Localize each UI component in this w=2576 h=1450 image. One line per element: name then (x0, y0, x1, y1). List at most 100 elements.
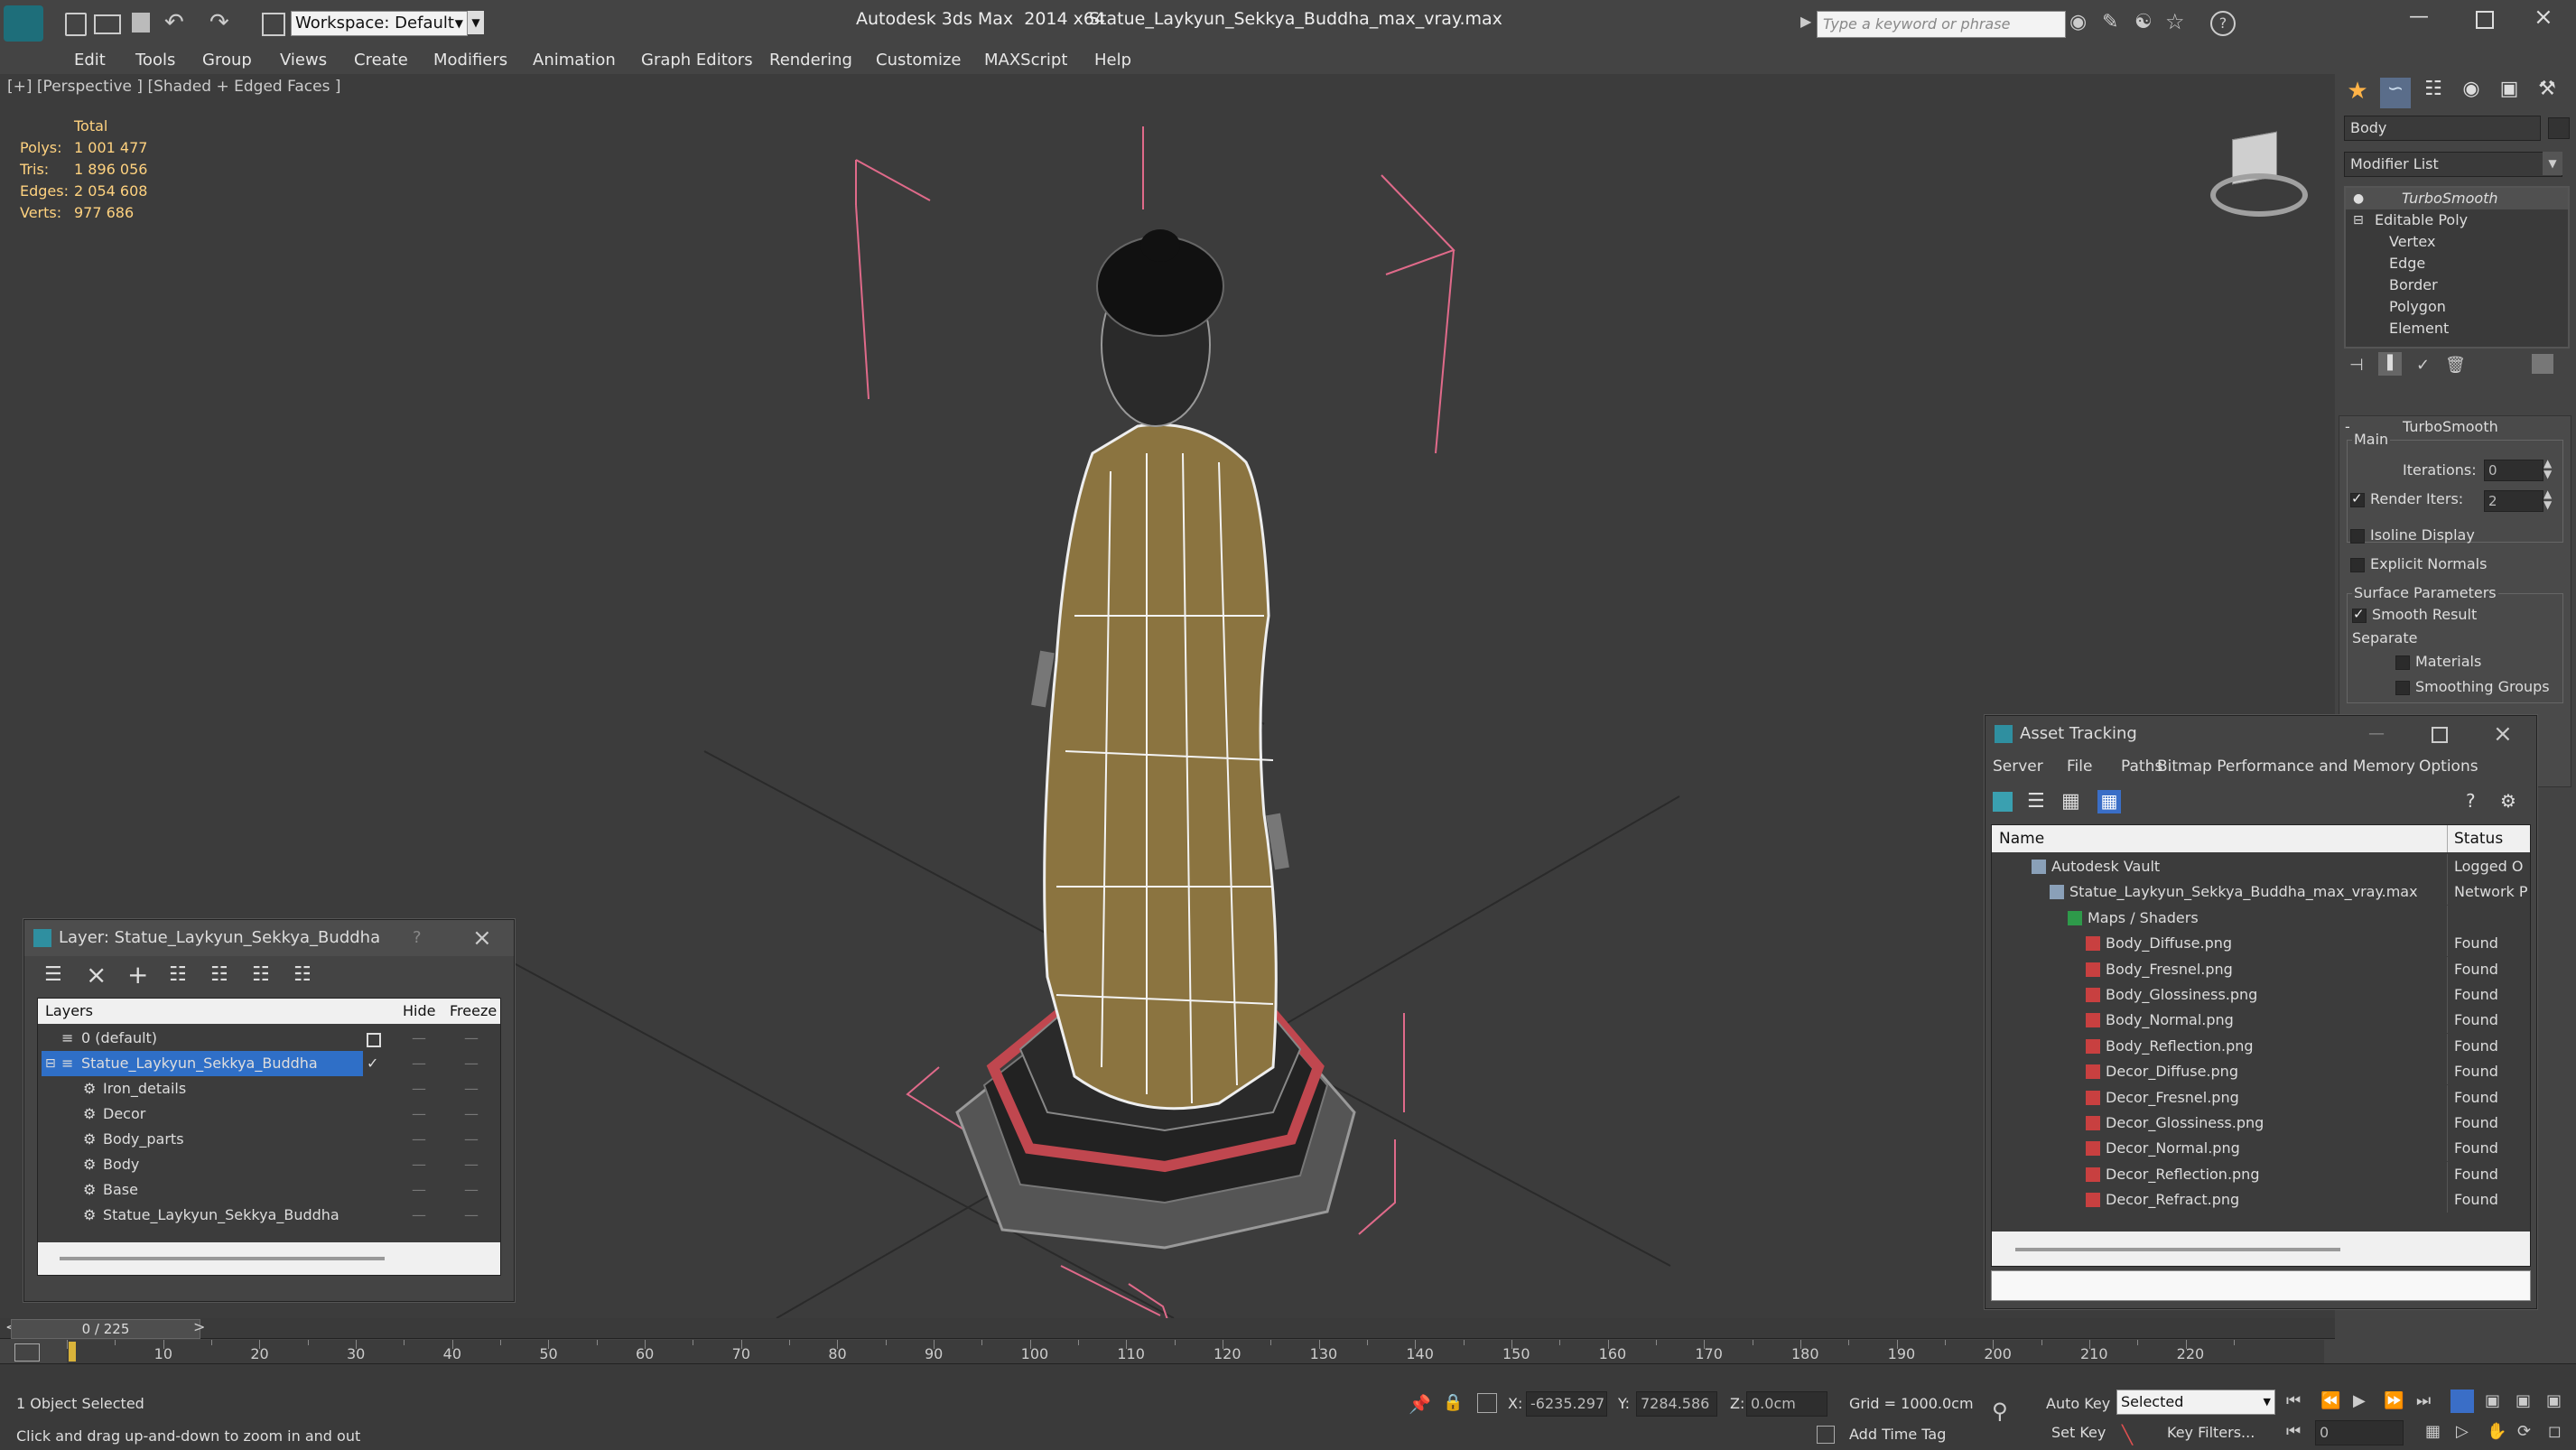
hide-all-icon[interactable]: ☷ (252, 963, 270, 986)
app-logo-icon[interactable] (4, 5, 43, 42)
menu-modifiers[interactable]: Modifiers (433, 51, 507, 70)
previous-frame-icon[interactable]: ⏪ (2320, 1391, 2340, 1410)
asset-dialog-titlebar[interactable]: Asset Tracking — × (1985, 716, 2536, 752)
menu-help[interactable]: Help (1094, 51, 1131, 70)
save-icon[interactable] (132, 13, 150, 33)
communication-center-icon[interactable]: ✎ (2102, 11, 2118, 33)
select-layer-objects-icon[interactable]: ☷ (169, 963, 187, 986)
smoothing-groups-checkbox[interactable]: Smoothing Groups (2395, 678, 2550, 695)
menu-tools[interactable]: Tools (135, 51, 175, 70)
render-iters-checkbox[interactable]: Render Iters: (2350, 490, 2463, 507)
utilities-tab-icon[interactable]: ⚒ (2532, 78, 2562, 108)
freeze-toggle[interactable]: — (464, 1127, 479, 1152)
col-hide[interactable]: Hide (403, 999, 435, 1024)
delete-layer-icon[interactable]: × (86, 960, 107, 990)
collapse-icon[interactable]: ⊟ (45, 1051, 56, 1076)
redo-icon[interactable]: ↷ (209, 9, 229, 36)
hide-toggle[interactable]: — (412, 1051, 426, 1076)
menu-graph-editors[interactable]: Graph Editors (641, 51, 753, 70)
set-key-button[interactable]: Set Key (2051, 1424, 2106, 1441)
layer-dialog-titlebar[interactable]: Layer: Statue_Laykyun_Sekkya_Buddha ? × (24, 920, 514, 956)
asset-row[interactable]: Body_Glossiness.png Found (1992, 982, 2530, 1008)
remove-modifier-icon[interactable]: 🗑 (2445, 356, 2466, 375)
asset-row[interactable]: Body_Diffuse.png Found (1992, 931, 2530, 957)
freeze-toggle[interactable]: — (464, 1076, 479, 1101)
asset-row[interactable]: Decor_Refract.png Found (1992, 1187, 2530, 1213)
modify-tab-icon[interactable]: ∽ (2380, 78, 2411, 108)
layer-row-object[interactable]: ⚙ Iron_details — — (38, 1076, 500, 1101)
horizontal-scrollbar[interactable] (2015, 1248, 2340, 1251)
lock-selection-icon[interactable]: 🔒 (1443, 1393, 1463, 1412)
time-slider-thumb[interactable]: 0 / 225 (11, 1319, 200, 1339)
asset-path-field[interactable] (1991, 1270, 2531, 1301)
zoom-extents-icon[interactable]: ▣ (2516, 1391, 2531, 1410)
workspace-dropdown[interactable]: Workspace: Default ▼ (291, 11, 468, 36)
modifier-list-dropdown[interactable]: Modifier List (2344, 152, 2562, 177)
iterations-spinner-arrows-icon[interactable]: ▲ ▼ (2543, 458, 2552, 479)
open-file-icon[interactable] (94, 14, 121, 34)
close-button[interactable]: × (2534, 4, 2553, 31)
pin-stack-icon[interactable]: ⊣ (2349, 356, 2364, 375)
asset-row[interactable]: Decor_Diffuse.png Found (1992, 1059, 2530, 1085)
asset-row[interactable]: Decor_Normal.png Found (1992, 1136, 2530, 1162)
layer-row-object[interactable]: ⚙ Body_parts — — (38, 1127, 500, 1152)
play-icon[interactable]: ▶ (2353, 1391, 2366, 1410)
freeze-toggle[interactable]: — (464, 1026, 479, 1051)
col-layers[interactable]: Layers (45, 999, 93, 1024)
table-view-icon[interactable]: ▦ (2061, 790, 2080, 813)
maximize-viewport-icon[interactable]: ◻ (2548, 1422, 2562, 1441)
exchange-icon[interactable]: ☯ (2134, 11, 2153, 33)
col-name[interactable]: Name (1999, 825, 2044, 852)
help-question-button[interactable]: ? (413, 920, 422, 956)
workspace-menu-arrow-icon[interactable]: ▼ (468, 11, 484, 34)
menu-maxscript[interactable]: MAXScript (984, 51, 1067, 70)
settings-icon[interactable]: ⚙ (2500, 790, 2516, 812)
freeze-toggle[interactable]: — (464, 1177, 479, 1203)
time-config-icon[interactable]: ▦ (2425, 1422, 2441, 1441)
render-iters-spinner-arrows-icon[interactable]: ▲ ▼ (2543, 488, 2552, 510)
rollout-title[interactable]: TurboSmooth (2403, 418, 2498, 435)
show-end-result-icon[interactable]: ❚ (2378, 352, 2402, 376)
stack-item-turbosmooth[interactable]: ● TurboSmooth (2346, 188, 2568, 209)
menu-views[interactable]: Views (280, 51, 327, 70)
menu-group[interactable]: Group (202, 51, 252, 70)
add-time-tag[interactable]: Add Time Tag (1849, 1426, 1946, 1443)
asset-row[interactable]: Decor_Glossiness.png Found (1992, 1111, 2530, 1136)
set-key-filter-icon[interactable]: ╲ (2122, 1424, 2133, 1445)
menu-animation[interactable]: Animation (533, 51, 616, 70)
highlight-selected-icon[interactable]: ☷ (210, 963, 228, 986)
hide-toggle[interactable]: — (412, 1076, 426, 1101)
key-icon[interactable]: ⚲ (1992, 1399, 2008, 1424)
current-frame-marker[interactable] (69, 1342, 76, 1362)
object-color-swatch[interactable] (2548, 117, 2570, 139)
col-status[interactable]: Status (2454, 825, 2503, 852)
add-to-layer-icon[interactable]: + (127, 960, 148, 990)
maximize-button[interactable] (2476, 11, 2494, 29)
new-layer-icon[interactable]: ☰ (44, 963, 62, 986)
key-mode-toggle-icon[interactable]: ⏮ (2286, 1422, 2301, 1441)
zoom-all-icon[interactable]: ▣ (2485, 1391, 2500, 1410)
materials-checkbox[interactable]: Materials (2395, 653, 2481, 670)
next-frame-icon[interactable]: ⏩ (2384, 1391, 2404, 1410)
current-layer-box-icon[interactable] (367, 1033, 381, 1047)
orbit-icon[interactable]: ⟳ (2517, 1422, 2531, 1441)
layer-row-default[interactable]: ≡ 0 (default) — — (38, 1026, 500, 1051)
isoline-display-checkbox[interactable]: Isoline Display (2350, 526, 2475, 544)
hide-toggle[interactable]: — (412, 1127, 426, 1152)
asset-menu-bitmap[interactable]: Bitmap Performance and Memory (2157, 758, 2415, 776)
search-expand-icon[interactable]: ▶ (1800, 13, 1811, 30)
stack-item-editable-poly[interactable]: ⊟ Editable Poly (2346, 209, 2568, 231)
go-to-start-icon[interactable]: ⏮ (2286, 1391, 2301, 1410)
search-input[interactable]: Type a keyword or phrase (1817, 11, 2066, 38)
layer-row-selected[interactable]: ⊟ ≡ Statue_Laykyun_Sekkya_Buddha ✓ — — (38, 1051, 500, 1076)
binoculars-icon[interactable]: ◉ (2069, 11, 2087, 33)
close-icon[interactable]: × (2493, 716, 2513, 752)
asset-row[interactable]: Decor_Reflection.png Found (1992, 1161, 2530, 1187)
display-tab-icon[interactable]: ▣ (2494, 78, 2525, 108)
menu-edit[interactable]: Edit (74, 51, 106, 70)
render-iters-spinner[interactable]: 2 (2484, 490, 2543, 512)
chevron-down-icon[interactable]: ▼ (2543, 152, 2562, 175)
asset-row[interactable]: Maps / Shaders (1992, 905, 2530, 931)
asset-menu-options[interactable]: Options (2419, 758, 2478, 776)
asset-row[interactable]: Autodesk Vault Logged O (1992, 854, 2530, 879)
